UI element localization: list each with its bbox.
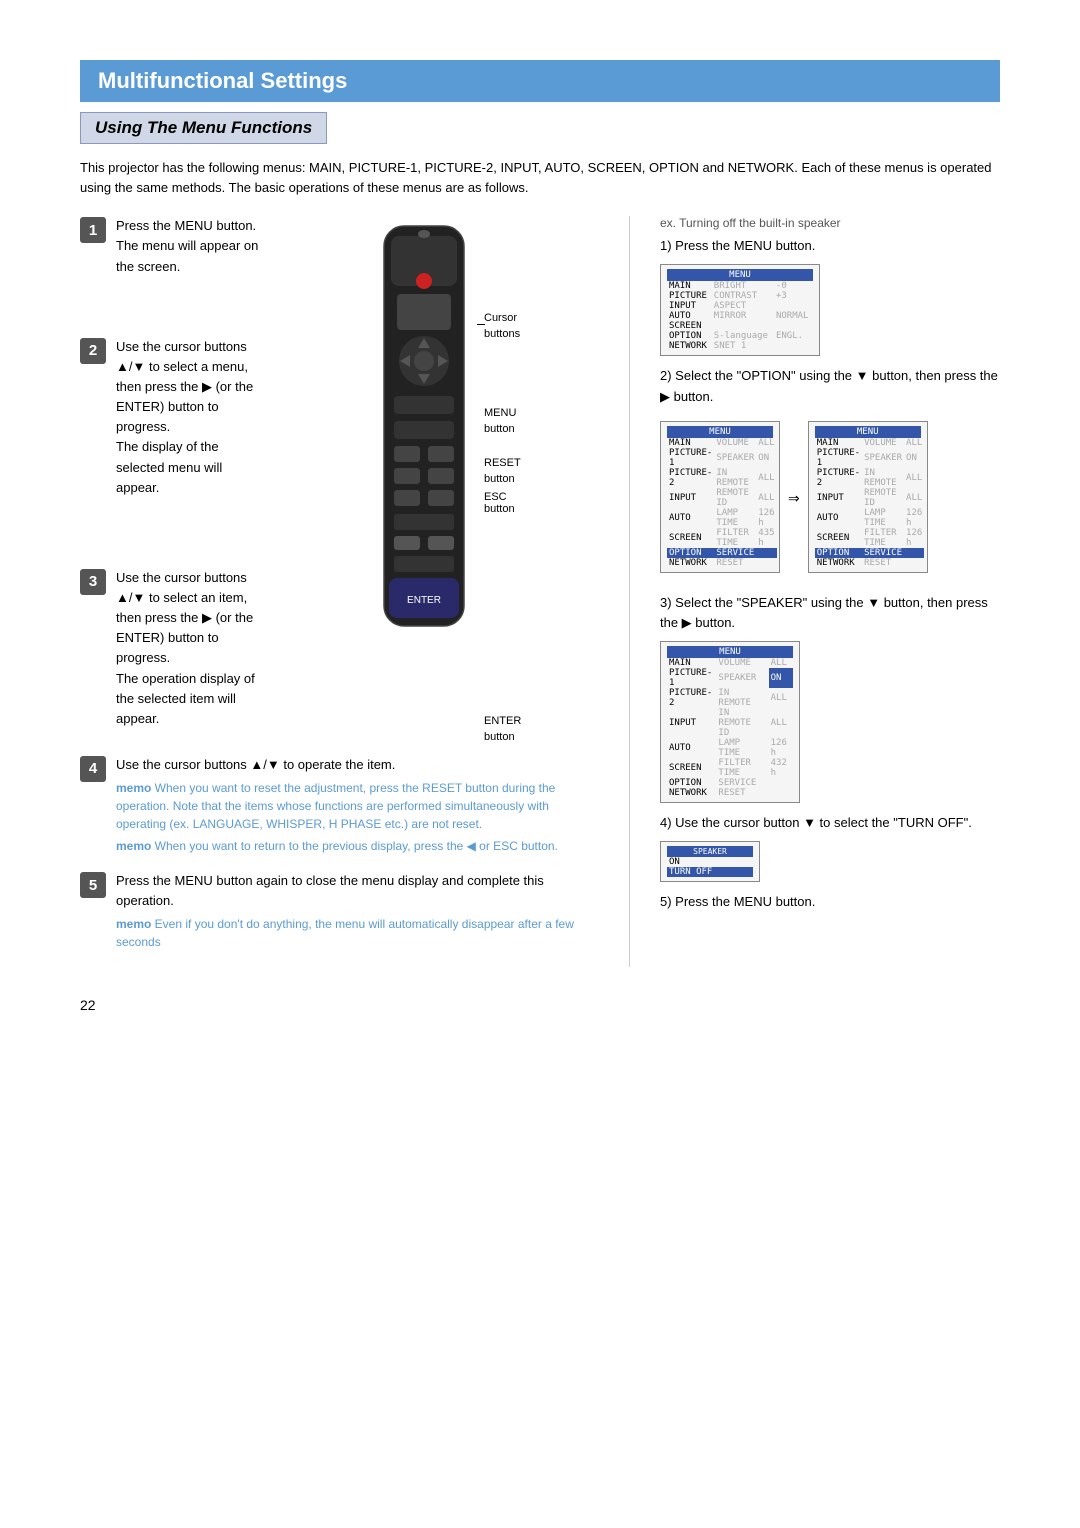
step-1-row: 1 Press the MENU button.The menu will ap…: [80, 216, 359, 276]
step-3-text: Use the cursor buttons▲/▼ to select an i…: [116, 568, 359, 729]
mini-menu-2-row: MENU MAINVOLUMEALL PICTURE-1SPEAKERON PI…: [660, 415, 1000, 583]
right-step-2: 2) Select the "OPTION" using the ▼ butto…: [660, 366, 1000, 406]
remote-control-svg: ENTER: [369, 216, 479, 636]
main-content: 1 Press the MENU button.The menu will ap…: [80, 216, 1000, 967]
step-3-number: 3: [80, 569, 106, 595]
steps-list: 1 Press the MENU button.The menu will ap…: [80, 216, 359, 745]
right-step-1: 1) Press the MENU button.: [660, 236, 1000, 256]
step-5-row: 5 Press the MENU button again to close t…: [80, 871, 599, 951]
step-4-row: 4 Use the cursor buttons ▲/▼ to operate …: [80, 755, 599, 855]
right-step-4: 4) Use the cursor button ▼ to select the…: [660, 813, 1000, 833]
right-step-1-num: 1): [660, 238, 675, 253]
page-number: 22: [80, 997, 1000, 1013]
reset-button-label: RESETbutton: [484, 456, 521, 487]
step-2-text: Use the cursor buttons▲/▼ to select a me…: [116, 337, 359, 498]
mini-menu-2b: MENU MAINVOLUMEALL PICTURE-1SPEAKERON PI…: [808, 421, 928, 573]
cursor-buttons-label: Cursorbuttons: [484, 311, 520, 342]
page-container: Multifunctional Settings Using The Menu …: [0, 0, 1080, 1073]
svg-text:ENTER: ENTER: [407, 595, 441, 606]
step-2-row: 2 Use the cursor buttons▲/▼ to select a …: [80, 337, 359, 498]
step-4-memo-1: memo When you want to reset the adjustme…: [116, 779, 599, 833]
step-1-text: Press the MENU button.The menu will appe…: [116, 216, 359, 276]
menu-button-label: MENUbutton: [484, 406, 516, 437]
cursor-line: [477, 324, 485, 325]
step-5-memo: memo Even if you don't do anything, the …: [116, 915, 599, 951]
left-column: 1 Press the MENU button.The menu will ap…: [80, 216, 599, 967]
step-5-text: Press the MENU button again to close the…: [116, 871, 599, 951]
mini-menu-4: SPEAKER ON TURN OFF: [660, 841, 760, 882]
section-title: Multifunctional Settings: [80, 60, 1000, 102]
step-4-memo-2: memo When you want to return to the prev…: [116, 837, 599, 855]
right-step-5-num: 5): [660, 894, 675, 909]
esc-button-label: ESC button: [484, 491, 515, 515]
step-2-number: 2: [80, 338, 106, 364]
right-step-4-num: 4): [660, 815, 675, 830]
right-column: ex. Turning off the built-in speaker 1) …: [660, 216, 1000, 967]
step-5-number: 5: [80, 872, 106, 898]
right-step-2-num: 2): [660, 368, 675, 383]
step-1-number: 1: [80, 217, 106, 243]
step-4-text: Use the cursor buttons ▲/▼ to operate th…: [116, 755, 599, 855]
step-4-number: 4: [80, 756, 106, 782]
remote-control-area: ENTER Cursorbuttons MENUbutton RESETbutt…: [369, 216, 599, 745]
vertical-divider: [629, 216, 630, 967]
mini-menu-2a: MENU MAINVOLUMEALL PICTURE-1SPEAKERON PI…: [660, 421, 780, 573]
step-3-row: 3 Use the cursor buttons▲/▼ to select an…: [80, 568, 359, 729]
example-title: ex. Turning off the built-in speaker: [660, 216, 1000, 230]
right-step-5: 5) Press the MENU button.: [660, 892, 1000, 912]
mini-menu-1: MENU MAINBRIGHT-0 PICTURECONTRAST+3 INPU…: [660, 264, 820, 356]
subsection-title: Using The Menu Functions: [80, 112, 327, 144]
enter-button-label: ENTERbutton: [484, 714, 521, 745]
right-step-3: 3) Select the "SPEAKER" using the ▼ butt…: [660, 593, 1000, 633]
intro-text: This projector has the following menus: …: [80, 158, 1000, 198]
mini-menu-3: MENU MAINVOLUMEALL PICTURE-1SPEAKERON PI…: [660, 641, 800, 803]
right-step-3-num: 3): [660, 595, 675, 610]
